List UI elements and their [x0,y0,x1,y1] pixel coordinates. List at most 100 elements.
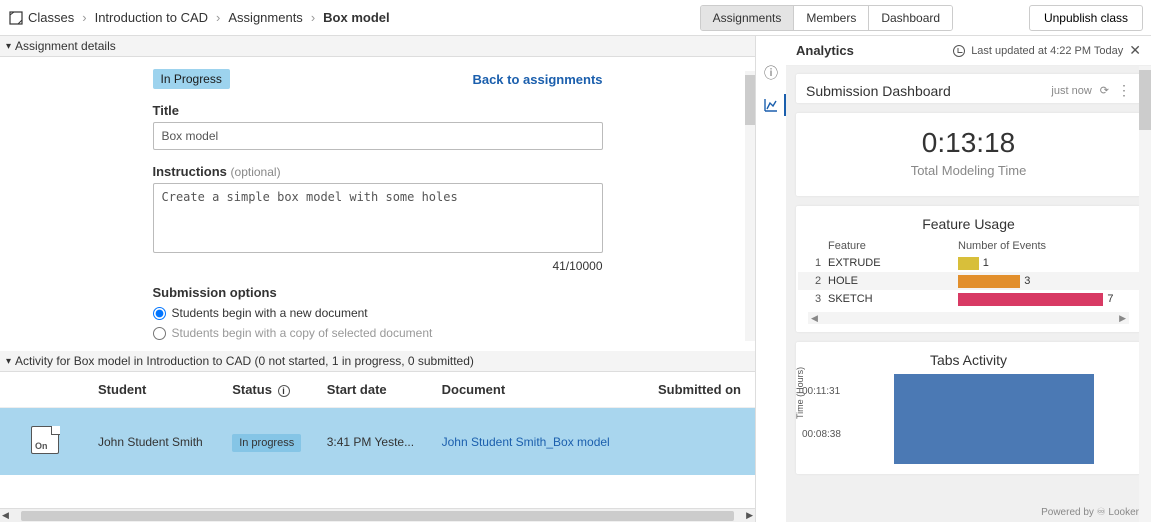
y-axis-label: Time (Hours) [795,367,805,419]
title-label: Title [153,103,603,118]
feature-col-feature: Feature [828,240,958,252]
main: ▾ Assignment details In Progress Back to… [0,36,1151,522]
col-status[interactable]: Status i [224,372,319,408]
assignment-details-body: In Progress Back to assignments Title In… [0,57,755,351]
col-document[interactable]: Document [434,372,639,408]
col-start-date[interactable]: Start date [319,372,434,408]
activity-body: Student Status i Start date Document Sub… [0,372,755,508]
feature-row-bar [958,275,1020,288]
analytics-updated-text: Last updated at 4:22 PM Today [971,45,1123,57]
instructions-label-text: Instructions [153,164,227,179]
radio-copy-document-label: Students begin with a copy of selected d… [172,326,433,340]
analytics-panel: Analytics Last updated at 4:22 PM Today … [786,36,1151,522]
tabs-activity-card: Tabs Activity 00:11:31 00:08:38 Time (Ho… [796,342,1141,474]
tab-members[interactable]: Members [793,6,868,30]
tabs-activity-title: Tabs Activity [796,342,1141,374]
analytics-icon[interactable] [762,96,780,114]
scroll-right-icon[interactable]: ▶ [746,510,753,521]
feature-row-name: EXTRUDE [828,257,958,269]
feature-row-name: SKETCH [828,293,958,305]
scroll-thumb[interactable] [21,511,734,521]
feature-row-value: 1 [983,257,989,269]
top-tabs: Assignments Members Dashboard [700,5,953,31]
feature-h-scrollbar[interactable]: ◀▶ [808,312,1129,324]
activity-h-scrollbar[interactable]: ◀ ▶ [0,508,755,522]
assignment-details-label: Assignment details [15,39,116,53]
modeling-time-label: Total Modeling Time [806,163,1131,178]
crumb-assignments[interactable]: Assignments [228,10,302,25]
feature-col-events: Number of Events [958,240,1129,252]
dashboard-meta: just now [1051,85,1091,97]
details-scrollbar[interactable] [745,71,755,341]
feature-usage-card: Feature Usage Feature Number of Events 1… [796,206,1141,332]
feature-row-index: 3 [808,293,828,305]
feature-row-index: 1 [808,257,828,269]
col-status-label: Status [232,382,272,397]
chevron-down-icon: ▾ [6,41,11,52]
analytics-scrollbar[interactable] [1139,66,1151,522]
chevron-right-icon: › [311,10,315,25]
instructions-optional: (optional) [231,165,281,179]
modeling-time-card: 0:13:18 Total Modeling Time [796,113,1141,196]
chevron-down-icon: ▾ [6,356,11,367]
tab-dashboard[interactable]: Dashboard [868,6,952,30]
tab-assignments[interactable]: Assignments [701,6,794,30]
radio-copy-document[interactable]: Students begin with a copy of selected d… [153,326,603,340]
more-icon[interactable]: ⋮ [1117,82,1131,99]
breadcrumb: Classes › Introduction to CAD › Assignme… [8,10,390,26]
crumb-course[interactable]: Introduction to CAD [95,10,208,25]
char-counter: 41/10000 [153,259,603,273]
y-tick-1: 00:11:31 [802,386,840,397]
chevron-right-icon: › [82,10,86,25]
feature-row: 3SKETCH 7 [798,290,1139,308]
y-tick-2: 00:08:38 [802,429,841,440]
dashboard-head-card: Submission Dashboard just now ⟳ ⋮ [796,74,1141,103]
col-icon [0,372,90,408]
instructions-input[interactable]: Create a simple box model with some hole… [153,183,603,253]
activity-label: Activity for Box model in Introduction t… [15,354,474,368]
feature-row-bar [958,293,1103,306]
clock-icon [953,45,965,57]
instructions-label: Instructions (optional) [153,164,603,179]
info-icon[interactable]: i [278,385,290,397]
back-to-assignments-link[interactable]: Back to assignments [472,72,602,87]
status-badge: In Progress [153,69,230,89]
modeling-time-value: 0:13:18 [806,127,1131,159]
reload-icon[interactable]: ⟳ [1100,84,1109,97]
document-icon [31,426,59,454]
cell-submitted [638,408,755,476]
unpublish-button[interactable]: Unpublish class [1029,5,1143,31]
radio-new-document-input[interactable] [153,307,166,320]
feature-usage-title: Feature Usage [798,206,1139,238]
col-student[interactable]: Student [90,372,224,408]
tabs-activity-bar [894,374,1094,464]
feature-row: 1EXTRUDE1 [798,254,1139,272]
powered-by: Powered by ♾ Looker [1041,507,1139,518]
submission-options-label: Submission options [153,285,603,300]
dashboard-title: Submission Dashboard [806,83,951,99]
feature-row-value: 7 [1107,293,1113,305]
feature-row-bar [958,257,979,270]
cell-document-link[interactable]: John Student Smith_Box model [442,435,610,449]
top-bar: Classes › Introduction to CAD › Assignme… [0,0,1151,36]
feature-row-value: 3 [1024,275,1030,287]
table-row[interactable]: John Student Smith In progress 3:41 PM Y… [0,408,755,476]
side-rail: ⓘ [756,36,786,522]
assignment-details-head[interactable]: ▾ Assignment details [0,36,755,57]
title-input[interactable] [153,122,603,150]
crumb-current: Box model [323,10,389,25]
radio-copy-document-input[interactable] [153,327,166,340]
cell-start: 3:41 PM Yeste... [319,408,434,476]
radio-new-document[interactable]: Students begin with a new document [153,306,603,320]
col-submitted[interactable]: Submitted on [638,372,755,408]
activity-head[interactable]: ▾ Activity for Box model in Introduction… [0,351,755,372]
analytics-title: Analytics [796,43,854,58]
activity-table: Student Status i Start date Document Sub… [0,372,755,475]
analytics-head: Analytics Last updated at 4:22 PM Today … [786,36,1151,66]
close-icon[interactable]: ✕ [1129,42,1141,59]
scroll-left-icon[interactable]: ◀ [2,510,9,521]
crumb-classes[interactable]: Classes [28,10,74,25]
cell-student: John Student Smith [90,408,224,476]
info-icon[interactable]: ⓘ [762,64,780,82]
app-icon [8,10,24,26]
